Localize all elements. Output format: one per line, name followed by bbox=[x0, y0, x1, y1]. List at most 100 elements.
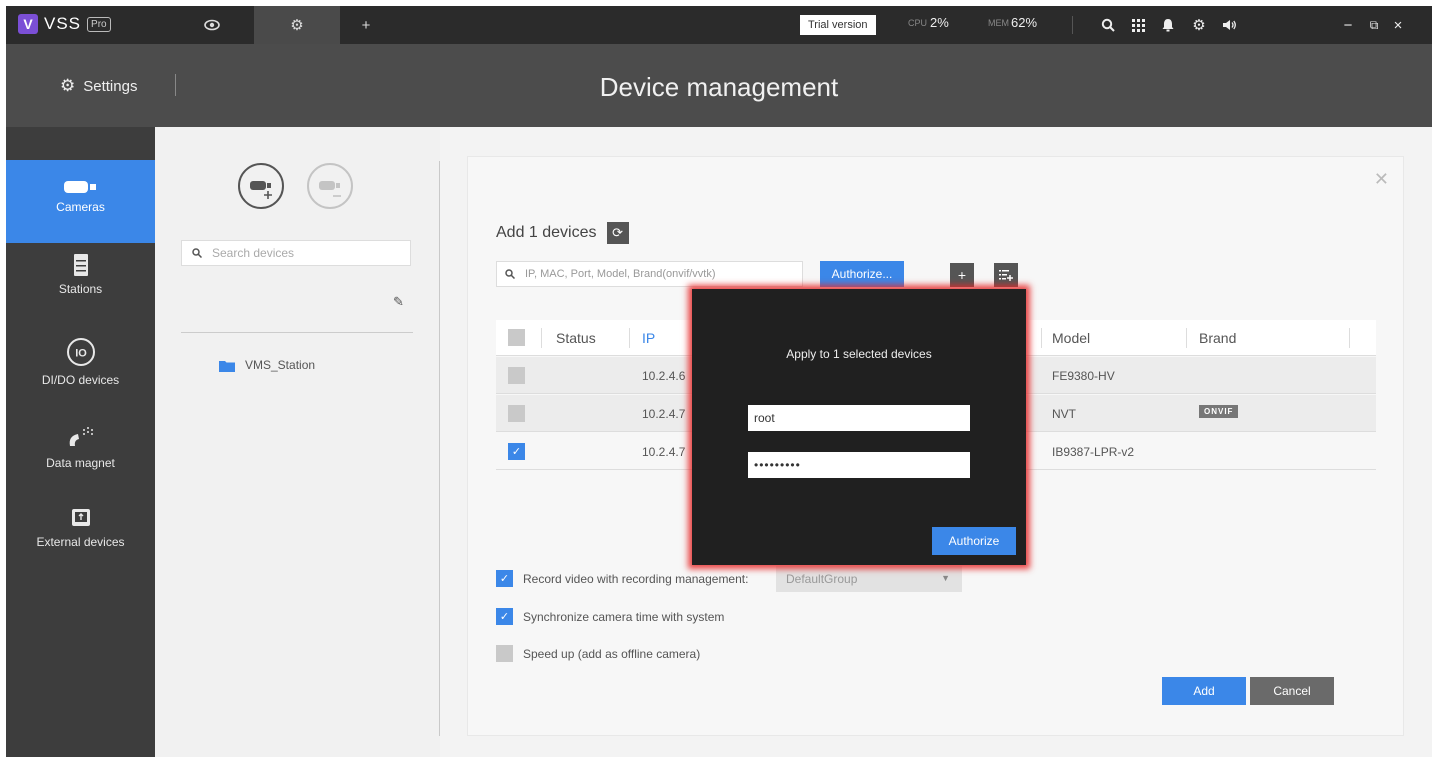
device-filter-input[interactable] bbox=[525, 268, 795, 280]
row-ip: 10.2.4.6 bbox=[642, 369, 686, 383]
sidebar-item-label: Stations bbox=[58, 282, 103, 296]
volume-icon[interactable] bbox=[1218, 12, 1242, 38]
row-ip: 10.2.4.7 bbox=[642, 407, 686, 421]
recording-group-dropdown[interactable]: DefaultGroup ▼ bbox=[776, 566, 962, 592]
speed-up-option[interactable]: Speed up (add as offline camera) bbox=[496, 645, 700, 662]
column-divider bbox=[629, 328, 630, 348]
onvif-brand-badge: ONVIF bbox=[1199, 405, 1239, 418]
panel-divider bbox=[439, 161, 440, 736]
add-devices-header: Add 1 devices ⟳ bbox=[496, 222, 629, 244]
edit-pencil-icon[interactable]: ✎ bbox=[393, 294, 404, 310]
minimize-icon[interactable]: − bbox=[1336, 12, 1360, 38]
top-bar: V VSS Pro ⚙ + Trial version CPU 2% MEM 6… bbox=[6, 6, 1432, 44]
refresh-icon: ⟳ bbox=[612, 225, 623, 240]
sidebar-item-stations[interactable]: Stations bbox=[6, 254, 155, 324]
edition-badge: Pro bbox=[87, 16, 111, 32]
vss-app-window: V VSS Pro ⚙ + Trial version CPU 2% MEM 6… bbox=[6, 6, 1432, 757]
column-brand[interactable]: Brand bbox=[1199, 330, 1236, 346]
refresh-button[interactable]: ⟳ bbox=[606, 222, 629, 244]
page-title: Device management bbox=[599, 72, 839, 102]
search-icon bbox=[192, 248, 202, 258]
gear-icon[interactable]: ⚙ bbox=[1187, 12, 1211, 38]
record-video-label: Record video with recording management: bbox=[523, 571, 749, 586]
column-divider bbox=[1041, 328, 1042, 348]
row-model: FE9380-HV bbox=[1052, 369, 1115, 383]
grid-icon[interactable] bbox=[1126, 12, 1150, 38]
sidebar-item-label: Data magnet bbox=[46, 456, 115, 470]
new-tab-button[interactable]: + bbox=[350, 6, 382, 44]
sync-time-checkbox[interactable]: ✓ bbox=[496, 608, 513, 625]
authorize-popup-title: Apply to 1 selected devices bbox=[786, 347, 932, 361]
authorize-confirm-button[interactable]: Authorize bbox=[932, 527, 1016, 555]
sync-time-option[interactable]: ✓ Synchronize camera time with system bbox=[496, 608, 724, 625]
username-field[interactable] bbox=[748, 405, 970, 431]
vivotek-logo-icon: V bbox=[18, 14, 38, 34]
row-ip: 10.2.4.7 bbox=[642, 445, 686, 459]
usb-device-icon bbox=[71, 509, 90, 526]
add-device-button[interactable] bbox=[238, 163, 284, 209]
select-all-checkbox[interactable] bbox=[508, 329, 525, 346]
tree-item-station[interactable]: VMS_Station bbox=[219, 358, 315, 372]
gear-icon: ⚙ bbox=[290, 17, 304, 34]
recording-group-value: DefaultGroup bbox=[786, 572, 858, 586]
plus-icon: + bbox=[957, 267, 967, 283]
add-list-button[interactable] bbox=[994, 263, 1018, 287]
password-field[interactable] bbox=[748, 452, 970, 478]
chevron-down-icon: ▼ bbox=[941, 573, 950, 583]
tab-settings[interactable]: ⚙ bbox=[254, 6, 340, 44]
sidebar-item-cameras[interactable]: Cameras bbox=[6, 160, 155, 243]
sync-time-label: Synchronize camera time with system bbox=[523, 609, 725, 624]
column-ip[interactable]: IP bbox=[642, 330, 655, 346]
speed-up-checkbox[interactable] bbox=[496, 645, 513, 662]
device-search-input[interactable] bbox=[212, 246, 402, 260]
tree-divider bbox=[181, 332, 413, 333]
cancel-button[interactable]: Cancel bbox=[1250, 677, 1334, 705]
add-manual-button[interactable]: + bbox=[950, 263, 974, 287]
device-tree-panel: ✎ VMS_Station bbox=[155, 127, 440, 757]
authorize-popup: Apply to 1 selected devices Authorize bbox=[692, 289, 1026, 565]
topbar-divider bbox=[1072, 16, 1073, 34]
device-search-box[interactable] bbox=[181, 240, 411, 266]
data-magnet-icon bbox=[69, 427, 93, 446]
add-camera-icon bbox=[250, 181, 272, 199]
mem-label: MEM bbox=[988, 18, 1009, 28]
search-icon[interactable] bbox=[1096, 12, 1120, 38]
remove-device-button[interactable] bbox=[307, 163, 353, 209]
app-logo: V VSS Pro bbox=[18, 14, 111, 34]
row-checkbox[interactable] bbox=[508, 367, 525, 384]
restore-icon[interactable]: ⧉ bbox=[1362, 12, 1386, 38]
mem-value: 62% bbox=[1011, 15, 1038, 30]
record-video-option[interactable]: ✓ Record video with recording management… bbox=[496, 570, 748, 587]
trial-version-badge[interactable]: Trial version bbox=[800, 15, 876, 35]
add-button[interactable]: Add bbox=[1162, 677, 1246, 705]
station-name: VMS_Station bbox=[245, 358, 316, 372]
svg-text:IO: IO bbox=[75, 348, 87, 360]
record-video-checkbox[interactable]: ✓ bbox=[496, 570, 513, 587]
close-icon[interactable]: ✕ bbox=[1374, 169, 1389, 190]
sidebar-item-data-magnet[interactable]: Data magnet bbox=[6, 424, 155, 494]
folder-icon bbox=[219, 360, 235, 372]
io-icon: IO bbox=[66, 338, 95, 366]
row-checkbox[interactable]: ✓ bbox=[508, 443, 525, 460]
column-divider bbox=[1186, 328, 1187, 348]
sidebar-item-external-devices[interactable]: External devices bbox=[6, 507, 155, 577]
tab-liveview[interactable] bbox=[184, 6, 240, 44]
column-model[interactable]: Model bbox=[1052, 330, 1090, 346]
title-bar: ⚙ Settings Device management bbox=[6, 44, 1432, 127]
remove-camera-icon bbox=[319, 181, 341, 197]
check-icon: ✓ bbox=[499, 611, 510, 623]
cpu-label: CPU bbox=[908, 18, 928, 28]
sidebar-item-label: DI/DO devices bbox=[41, 373, 120, 387]
row-model: IB9387-LPR-v2 bbox=[1052, 445, 1135, 459]
bell-icon[interactable] bbox=[1156, 12, 1180, 38]
close-window-icon[interactable]: × bbox=[1386, 12, 1410, 38]
eye-icon bbox=[204, 19, 220, 31]
add-devices-title: Add 1 devices bbox=[496, 224, 597, 241]
authorize-button[interactable]: Authorize... bbox=[820, 261, 904, 287]
device-filter-box[interactable] bbox=[496, 261, 803, 287]
search-icon bbox=[505, 269, 515, 279]
row-checkbox[interactable] bbox=[508, 405, 525, 422]
column-status[interactable]: Status bbox=[556, 330, 596, 346]
sidebar-item-dido-devices[interactable]: IO DI/DO devices bbox=[6, 337, 155, 407]
column-divider bbox=[1349, 328, 1350, 348]
